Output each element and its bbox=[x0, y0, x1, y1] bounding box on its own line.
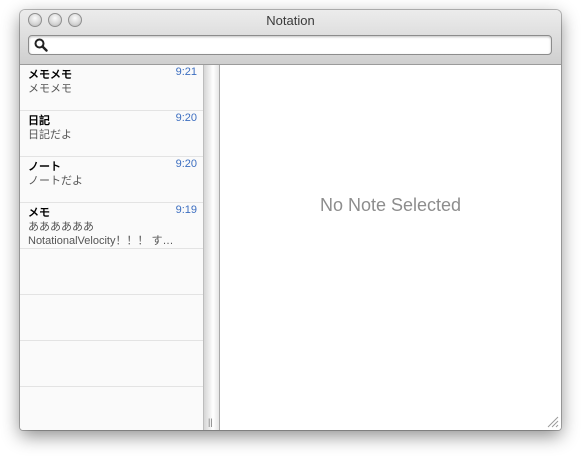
note-list-item[interactable]: 日記 9:20 日記だよ bbox=[20, 111, 203, 157]
empty-list-row bbox=[20, 341, 203, 387]
splitter-grip-icon[interactable]: || bbox=[208, 417, 213, 427]
note-preview: 日記だよ bbox=[28, 129, 72, 141]
empty-list-row bbox=[20, 295, 203, 341]
note-time: 9:20 bbox=[175, 112, 197, 124]
notation-window: Notation メモメモ 9:21 メモメモ 日記 9:20 日記だよ ノート… bbox=[20, 10, 561, 430]
note-list-item[interactable]: メモメモ 9:21 メモメモ bbox=[20, 65, 203, 111]
resize-grip-icon[interactable] bbox=[547, 416, 559, 428]
title-bar[interactable]: Notation bbox=[20, 10, 561, 65]
search-field[interactable] bbox=[28, 35, 552, 55]
window-title: Notation bbox=[266, 13, 315, 28]
empty-list-row bbox=[20, 387, 203, 430]
search-icon bbox=[34, 38, 48, 52]
empty-list-row bbox=[20, 249, 203, 295]
note-list-item[interactable]: メモ 9:19 ああああああ NotationalVelocity！！！ す… bbox=[20, 203, 203, 249]
note-time: 9:20 bbox=[175, 158, 197, 170]
note-time: 9:19 bbox=[175, 204, 197, 216]
empty-state-message: No Note Selected bbox=[319, 195, 462, 215]
note-preview: ノートだよ bbox=[28, 175, 83, 187]
note-preview: メモメモ bbox=[28, 83, 72, 95]
note-detail-pane[interactable]: No Note Selected bbox=[220, 65, 561, 430]
note-preview: NotationalVelocity！！！ す… bbox=[28, 235, 174, 247]
note-time: 9:21 bbox=[175, 66, 197, 78]
search-input[interactable] bbox=[51, 37, 546, 53]
notes-list[interactable]: メモメモ 9:21 メモメモ 日記 9:20 日記だよ ノート 9:20 ノート… bbox=[20, 65, 203, 430]
note-list-item[interactable]: ノート 9:20 ノートだよ bbox=[20, 157, 203, 203]
split-view-divider[interactable]: || bbox=[203, 65, 220, 430]
